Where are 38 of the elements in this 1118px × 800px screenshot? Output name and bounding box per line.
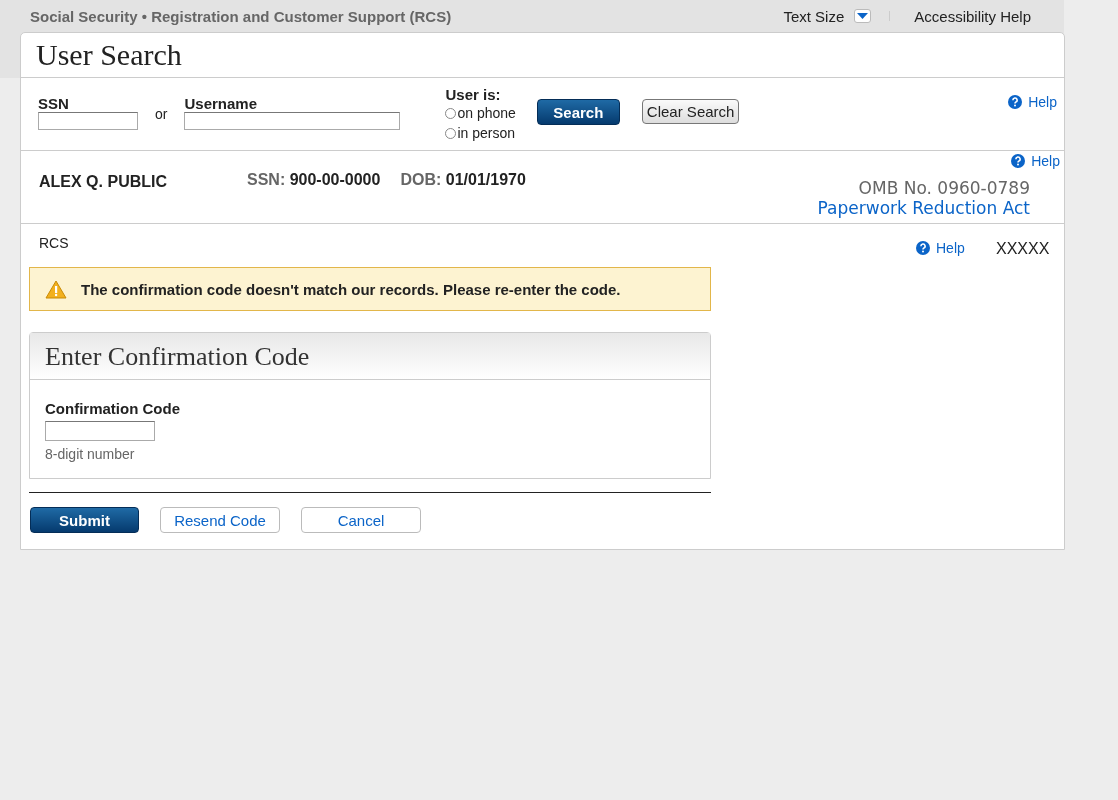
help-link[interactable]: Help xyxy=(936,240,965,256)
person-detail: SSN: 900-00-0000 xyxy=(247,171,381,190)
radio-label: in person xyxy=(457,125,516,141)
person-detail: DOB: 01/01/1970 xyxy=(400,171,526,190)
confirmation-code-input[interactable] xyxy=(45,421,155,441)
help-link[interactable]: Help xyxy=(1028,94,1057,110)
username-label: Username xyxy=(184,95,258,112)
site-title: Social Security • Registration and Customer Support (RCS) xyxy=(30,7,452,25)
ssn-label: SSN xyxy=(38,95,70,112)
help-icon xyxy=(1011,154,1026,168)
text-size-dropdown[interactable] xyxy=(854,9,872,23)
help-icon xyxy=(916,241,930,255)
user-is-label: User is: xyxy=(445,86,502,103)
caret-icon xyxy=(857,12,869,20)
or-text: or xyxy=(155,106,168,122)
breadcrumb: RCS xyxy=(39,235,69,253)
ssn-input[interactable] xyxy=(38,112,138,130)
help-icon xyxy=(1008,95,1023,109)
radio-label: on phone xyxy=(457,105,516,121)
action-button[interactable]: Resend Code xyxy=(160,507,280,533)
action-button[interactable]: Submit xyxy=(30,507,139,533)
action-button[interactable]: Cancel xyxy=(301,507,421,533)
field-hint: 8-digit number xyxy=(45,446,136,462)
user-code: XXXXX xyxy=(996,240,1050,258)
text-size-label: Text Size xyxy=(783,7,845,25)
person-name: ALEX Q. PUBLIC xyxy=(39,173,168,192)
confirmation-code-label: Confirmation Code xyxy=(45,400,181,417)
warning-icon xyxy=(45,279,67,299)
username-input[interactable] xyxy=(184,112,401,130)
panel-title: Enter Confirmation Code xyxy=(30,333,710,380)
help-link[interactable]: Help xyxy=(1031,153,1060,169)
page-title: User Search xyxy=(21,33,1064,78)
search-button[interactable]: Search xyxy=(536,99,620,125)
paperwork-reduction-act-link[interactable]: Paperwork Reduction Act xyxy=(817,198,1030,218)
omb-number: OMB No. 0960-0789 xyxy=(857,178,1030,198)
accessibility-help-link[interactable]: Accessibility Help xyxy=(914,7,1031,25)
clear-search-button[interactable]: Clear Search xyxy=(641,99,740,124)
alert-message: The confirmation code doesn't match our records. Please re-enter the code. xyxy=(81,280,621,298)
